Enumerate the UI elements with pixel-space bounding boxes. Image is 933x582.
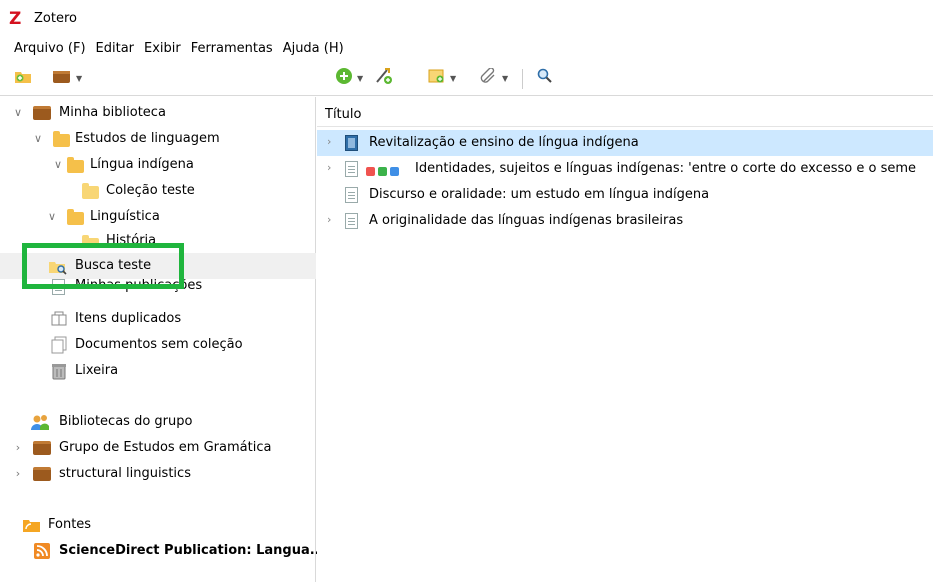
- duplicates-icon: [50, 310, 68, 330]
- new-library-button[interactable]: ▼: [52, 68, 82, 88]
- folder-icon: [53, 131, 70, 151]
- attachment-icon: [480, 67, 498, 88]
- document-icon: [345, 213, 358, 233]
- new-collection-icon: [14, 68, 32, 88]
- item-title: A originalidade das línguas indígenas br…: [369, 213, 684, 228]
- item-row[interactable]: › Revitalização e ensino de língua indíg…: [317, 130, 933, 156]
- chevron-right-icon[interactable]: ›: [327, 161, 331, 174]
- chevron-right-icon[interactable]: ›: [327, 135, 331, 148]
- sidebar-item-structural-linguistics[interactable]: › structural linguistics: [0, 461, 316, 487]
- sidebar-item-duplicates[interactable]: Itens duplicados: [0, 306, 316, 332]
- tag-green: [378, 167, 387, 176]
- window-title: Zotero: [34, 11, 77, 26]
- tag-red: [366, 167, 375, 176]
- chevron-right-icon[interactable]: ›: [327, 213, 331, 226]
- new-collection-button[interactable]: [14, 68, 32, 88]
- menu-bar: Arquivo (F) Editar Exibir Ferramentas Aj…: [0, 36, 933, 60]
- sidebar-item-unfiled[interactable]: Documentos sem coleção: [0, 332, 316, 358]
- add-by-identifier-button[interactable]: [374, 68, 394, 88]
- sidebar-item-label: structural linguistics: [59, 466, 191, 481]
- library-icon: [33, 106, 51, 124]
- chevron-down-icon[interactable]: ∨: [46, 210, 58, 223]
- chevron-down-icon: ▼: [357, 73, 364, 83]
- new-library-icon: [52, 68, 72, 88]
- sidebar-item-grammar-group[interactable]: › Grupo de Estudos em Gramática: [0, 435, 316, 461]
- new-item-button[interactable]: ▼: [335, 68, 363, 88]
- sidebar-item-label: Itens duplicados: [75, 311, 182, 326]
- chevron-right-icon[interactable]: ›: [12, 467, 24, 480]
- sidebar-item-label: Estudos de linguagem: [75, 131, 220, 146]
- sidebar-item-language-studies[interactable]: ∨ Estudos de linguagem: [0, 126, 316, 152]
- folder-icon: [67, 157, 84, 177]
- sidebar-item-indigenous-language[interactable]: ∨ Língua indígena: [0, 152, 316, 178]
- search-icon: [537, 68, 553, 88]
- sidebar-item-trash[interactable]: Lixeira: [0, 358, 316, 384]
- library-icon: [33, 467, 51, 485]
- chevron-down-icon: ▼: [502, 73, 509, 83]
- tag-blue: [390, 167, 399, 176]
- sidebar-item-history[interactable]: História: [0, 230, 316, 244]
- chevron-down-icon: ▼: [76, 73, 83, 83]
- column-header-label: Título: [325, 107, 362, 122]
- add-by-identifier-icon: [374, 67, 394, 89]
- sidebar-item-label: Linguística: [90, 209, 160, 224]
- title-bar: Z Zotero: [0, 0, 933, 36]
- sidebar-item-linguistics[interactable]: ∨ Linguística: [0, 204, 316, 230]
- collections-pane: ∨ Minha biblioteca ∨ Estudos de linguage…: [0, 97, 325, 582]
- chevron-down-icon[interactable]: ∨: [32, 132, 44, 145]
- sidebar-item-label: Documentos sem coleção: [75, 337, 243, 352]
- new-note-icon: [428, 68, 446, 88]
- sidebar-item-sciencedirect-feed[interactable]: ScienceDirect Publication: Langua...: [0, 538, 325, 564]
- sidebar-item-label: Minha biblioteca: [59, 105, 166, 120]
- item-row[interactable]: › A originalidade das línguas indígenas …: [317, 208, 933, 234]
- attachment-button[interactable]: ▼: [480, 67, 509, 88]
- chevron-down-icon[interactable]: ∨: [12, 106, 24, 119]
- document-icon: [345, 187, 358, 207]
- new-item-icon: [335, 67, 353, 89]
- menu-view[interactable]: Exibir: [139, 41, 186, 56]
- color-tags: [366, 165, 402, 180]
- item-row[interactable]: › Identidades, sujeitos e línguas indíge…: [317, 156, 933, 182]
- sidebar-item-my-library[interactable]: ∨ Minha biblioteca: [0, 100, 316, 126]
- app-logo: Z: [9, 9, 22, 29]
- item-title: Identidades, sujeitos e línguas indígena…: [415, 161, 916, 176]
- unfiled-icon: [50, 336, 68, 358]
- search-button[interactable]: [537, 68, 553, 88]
- rss-icon: [34, 543, 50, 563]
- sidebar-item-label: Língua indígena: [90, 157, 194, 172]
- sidebar-item-label: Lixeira: [75, 363, 119, 378]
- toolbar: ▼ ▼ ▼ ▼: [0, 60, 933, 96]
- group-icon: [30, 413, 50, 435]
- book-icon: [345, 135, 358, 155]
- toolbar-divider: [522, 69, 523, 89]
- sidebar-item-test-collection[interactable]: Coleção teste: [0, 178, 316, 204]
- feeds-icon: [22, 516, 42, 538]
- menu-file[interactable]: Arquivo (F): [0, 41, 91, 56]
- column-header-title[interactable]: Título: [317, 97, 933, 127]
- item-row[interactable]: Discurso e oralidade: um estudo em língu…: [317, 182, 933, 208]
- trash-icon: [50, 362, 68, 384]
- chevron-down-icon[interactable]: ∨: [52, 158, 64, 171]
- sidebar-item-group-libraries[interactable]: Bibliotecas do grupo: [0, 409, 316, 435]
- highlight-box: [22, 243, 184, 289]
- chevron-right-icon[interactable]: ›: [12, 441, 24, 454]
- sidebar-item-label: Coleção teste: [106, 183, 195, 198]
- document-icon: [345, 161, 358, 181]
- new-note-button[interactable]: ▼: [428, 68, 456, 88]
- chevron-down-icon: ▼: [450, 73, 457, 83]
- sidebar-item-label: Fontes: [48, 517, 92, 532]
- sidebar-item-label: Grupo de Estudos em Gramática: [59, 440, 272, 455]
- menu-help[interactable]: Ajuda (H): [278, 41, 349, 56]
- library-icon: [33, 441, 51, 459]
- item-title: Revitalização e ensino de língua indígen…: [369, 135, 639, 150]
- sidebar-item-label: ScienceDirect Publication: Langua...: [59, 543, 325, 558]
- folder-icon: [82, 183, 99, 203]
- sidebar-item-feeds[interactable]: Fontes: [0, 512, 316, 538]
- menu-tools[interactable]: Ferramentas: [186, 41, 278, 56]
- sidebar-item-label: Bibliotecas do grupo: [59, 414, 193, 429]
- items-pane: Título › Revitalização e ensino de língu…: [317, 97, 933, 582]
- folder-icon: [67, 209, 84, 229]
- menu-edit[interactable]: Editar: [91, 41, 140, 56]
- item-title: Discurso e oralidade: um estudo em língu…: [369, 187, 710, 202]
